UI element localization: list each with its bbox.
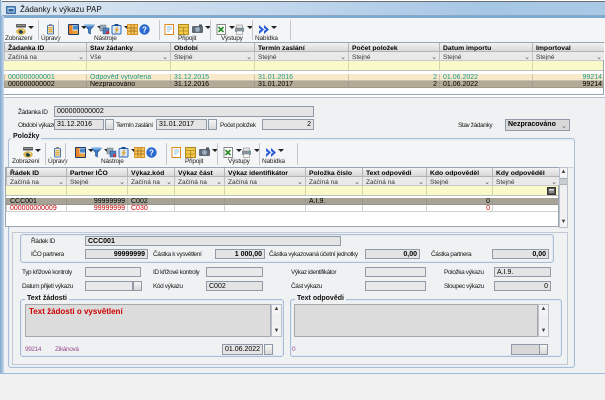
svg-text:?: ? [149, 148, 154, 157]
svg-text:?: ? [142, 25, 147, 34]
